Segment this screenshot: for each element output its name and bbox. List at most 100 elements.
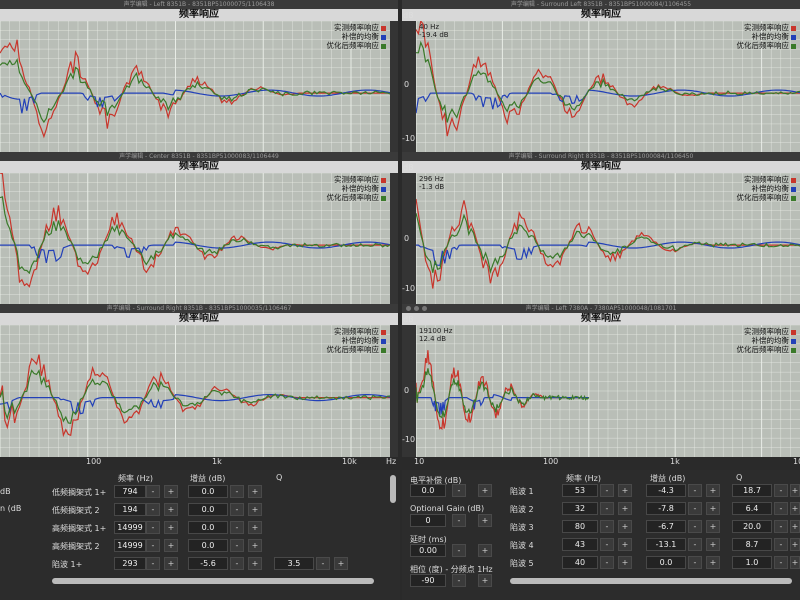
- frequency-field[interactable]: 794: [114, 485, 146, 498]
- phase-field[interactable]: -90: [410, 574, 446, 587]
- level-comp-increment[interactable]: +: [478, 484, 492, 497]
- gain-field[interactable]: 0.0: [188, 539, 228, 552]
- q-field[interactable]: 18.7: [732, 484, 772, 497]
- gain-decrement[interactable]: -: [230, 557, 244, 570]
- q-increment[interactable]: +: [790, 538, 800, 551]
- frequency-decrement[interactable]: -: [600, 556, 614, 569]
- optional-gain-field[interactable]: 0: [410, 514, 446, 527]
- q-field[interactable]: 6.4: [732, 502, 772, 515]
- horizontal-scrollbar[interactable]: [510, 578, 792, 584]
- frequency-increment[interactable]: +: [618, 484, 632, 497]
- gain-field[interactable]: 0.0: [188, 521, 228, 534]
- frequency-decrement[interactable]: -: [600, 484, 614, 497]
- frequency-increment[interactable]: +: [164, 539, 178, 552]
- frequency-response-plot[interactable]: 实测频率响应 补偿的均衡 优化后频率响应: [0, 173, 390, 304]
- gain-increment[interactable]: +: [248, 557, 262, 570]
- gain-increment[interactable]: +: [248, 539, 262, 552]
- vertical-scrollbar[interactable]: [390, 475, 396, 503]
- gain-decrement[interactable]: -: [688, 538, 702, 551]
- phase-decrement[interactable]: -: [452, 574, 466, 587]
- q-field[interactable]: 8.7: [732, 538, 772, 551]
- delay-field[interactable]: 0.00: [410, 544, 446, 557]
- gain-decrement[interactable]: -: [688, 520, 702, 533]
- q-decrement[interactable]: -: [774, 520, 788, 533]
- frequency-increment[interactable]: +: [618, 520, 632, 533]
- frequency-field[interactable]: 14999: [114, 539, 146, 552]
- q-field[interactable]: 3.5: [274, 557, 314, 570]
- gain-decrement[interactable]: -: [230, 503, 244, 516]
- gain-field[interactable]: -4.3: [646, 484, 686, 497]
- delay-decrement[interactable]: -: [452, 544, 466, 557]
- gain-increment[interactable]: +: [248, 521, 262, 534]
- gain-field[interactable]: 0.0: [646, 556, 686, 569]
- phase-increment[interactable]: +: [478, 574, 492, 587]
- frequency-field[interactable]: 80: [562, 520, 598, 533]
- gain-decrement[interactable]: -: [688, 556, 702, 569]
- q-increment[interactable]: +: [790, 556, 800, 569]
- gain-increment[interactable]: +: [248, 485, 262, 498]
- frequency-increment[interactable]: +: [164, 485, 178, 498]
- gain-decrement[interactable]: -: [688, 484, 702, 497]
- delay-increment[interactable]: +: [478, 544, 492, 557]
- frequency-field[interactable]: 32: [562, 502, 598, 515]
- gain-increment[interactable]: +: [706, 538, 720, 551]
- frequency-increment[interactable]: +: [618, 556, 632, 569]
- frequency-increment[interactable]: +: [164, 557, 178, 570]
- optional-gain-decrement[interactable]: -: [452, 514, 466, 527]
- frequency-response-plot[interactable]: 实测频率响应 补偿的均衡 优化后频率响应 40 Hz -19.4 dB: [416, 21, 800, 152]
- frequency-decrement[interactable]: -: [146, 503, 160, 516]
- q-decrement[interactable]: -: [774, 502, 788, 515]
- gain-field[interactable]: 0.0: [188, 503, 228, 516]
- gain-field[interactable]: -6.7: [646, 520, 686, 533]
- frequency-decrement[interactable]: -: [146, 521, 160, 534]
- gain-increment[interactable]: +: [706, 484, 720, 497]
- gain-decrement[interactable]: -: [230, 539, 244, 552]
- frequency-decrement[interactable]: -: [146, 485, 160, 498]
- frequency-increment[interactable]: +: [618, 502, 632, 515]
- frequency-decrement[interactable]: -: [146, 539, 160, 552]
- q-field[interactable]: 20.0: [732, 520, 772, 533]
- gain-field[interactable]: 0.0: [188, 485, 228, 498]
- q-decrement[interactable]: -: [316, 557, 330, 570]
- q-decrement[interactable]: -: [774, 556, 788, 569]
- frequency-decrement[interactable]: -: [146, 557, 160, 570]
- frequency-decrement[interactable]: -: [600, 520, 614, 533]
- q-increment[interactable]: +: [334, 557, 348, 570]
- frequency-increment[interactable]: +: [164, 521, 178, 534]
- gain-increment[interactable]: +: [706, 520, 720, 533]
- q-increment[interactable]: +: [790, 484, 800, 497]
- window-controls[interactable]: [406, 306, 427, 311]
- frequency-increment[interactable]: +: [618, 538, 632, 551]
- frequency-field[interactable]: 293: [114, 557, 146, 570]
- level-comp-decrement[interactable]: -: [452, 484, 466, 497]
- frequency-field[interactable]: 43: [562, 538, 598, 551]
- frequency-response-plot[interactable]: 实测频率响应 补偿的均衡 优化后频率响应: [0, 21, 390, 152]
- gain-decrement[interactable]: -: [230, 521, 244, 534]
- frequency-response-plot[interactable]: 实测频率响应 补偿的均衡 优化后频率响应: [0, 325, 390, 457]
- gain-increment[interactable]: +: [248, 503, 262, 516]
- frequency-decrement[interactable]: -: [600, 538, 614, 551]
- q-field[interactable]: 1.0: [732, 556, 772, 569]
- gain-decrement[interactable]: -: [688, 502, 702, 515]
- frequency-field[interactable]: 14999: [114, 521, 146, 534]
- frequency-decrement[interactable]: -: [600, 502, 614, 515]
- frequency-field[interactable]: 53: [562, 484, 598, 497]
- q-increment[interactable]: +: [790, 520, 800, 533]
- frequency-field[interactable]: 40: [562, 556, 598, 569]
- frequency-increment[interactable]: +: [164, 503, 178, 516]
- frequency-field[interactable]: 194: [114, 503, 146, 516]
- q-decrement[interactable]: -: [774, 484, 788, 497]
- frequency-response-plot[interactable]: 实测频率响应 补偿的均衡 优化后频率响应 19100 Hz 12.4 dB: [416, 325, 800, 457]
- gain-field[interactable]: -5.6: [188, 557, 228, 570]
- gain-decrement[interactable]: -: [230, 485, 244, 498]
- optional-gain-increment[interactable]: +: [478, 514, 492, 527]
- gain-field[interactable]: -13.1: [646, 538, 686, 551]
- frequency-response-plot[interactable]: 实测频率响应 补偿的均衡 优化后频率响应 296 Hz -1.3 dB: [416, 173, 800, 304]
- gain-field[interactable]: -7.8: [646, 502, 686, 515]
- horizontal-scrollbar[interactable]: [52, 578, 374, 584]
- gain-increment[interactable]: +: [706, 502, 720, 515]
- q-decrement[interactable]: -: [774, 538, 788, 551]
- level-comp-field[interactable]: 0.0: [410, 484, 446, 497]
- q-increment[interactable]: +: [790, 502, 800, 515]
- gain-increment[interactable]: +: [706, 556, 720, 569]
